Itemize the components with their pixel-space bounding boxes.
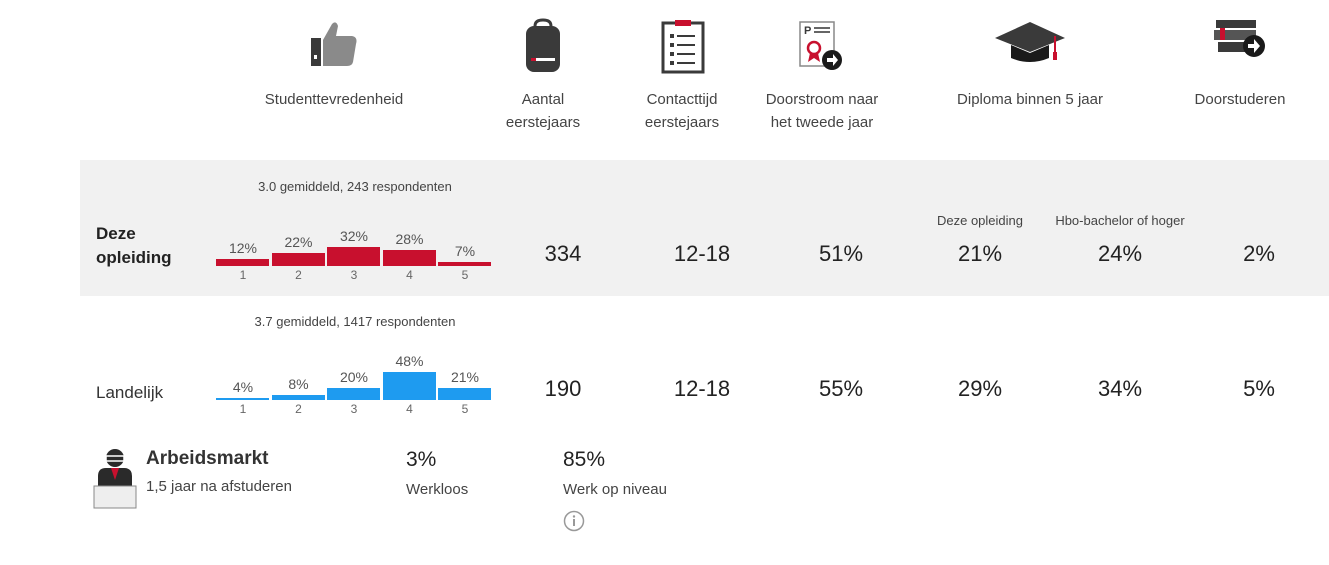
deze-bar-3 — [327, 247, 380, 266]
deze-bar-label-5: 7% — [454, 243, 476, 259]
header-first-years: Aantal eerstejaars — [505, 91, 581, 131]
deze-bar-1 — [216, 259, 269, 266]
header-doorstroom: Doorstroom naar het tweede jaar — [765, 91, 879, 131]
diploma-sub-hbo: Hbo-bachelor of hoger — [1055, 213, 1185, 228]
deze-scale-5: 5 — [461, 268, 469, 282]
deze-diploma-deze: 21% — [957, 241, 1003, 266]
landelijk-scale-4: 4 — [406, 402, 413, 416]
deze-bar-label-2: 22% — [284, 234, 313, 250]
deze-scale-1: 1 — [239, 268, 247, 282]
deze-bar-label-1: 12% — [228, 240, 258, 256]
deze-doorstuderen: 2% — [1243, 241, 1275, 266]
header-satisfaction: Studenttevredenheid — [264, 91, 404, 108]
deze-diploma-hbo: 24% — [1097, 241, 1143, 266]
deze-contacttijd: 12-18 — [673, 241, 731, 266]
landelijk-bar-4 — [382, 372, 436, 400]
deze-bar-label-4: 28% — [395, 231, 424, 247]
landelijk-scale-5: 5 — [461, 402, 469, 416]
graduation-cap-icon — [995, 22, 1065, 62]
arbeidsmarkt-subtitle: 1,5 jaar na afstuderen — [146, 478, 292, 495]
backpack-icon — [526, 18, 560, 72]
deze-bar-5 — [438, 262, 491, 266]
landelijk-contacttijd: 12-18 — [673, 376, 731, 401]
landelijk-diploma-deze: 29% — [957, 376, 1003, 401]
landelijk-label: Landelijk — [96, 383, 164, 402]
niveau-value: 85% — [563, 448, 606, 471]
niveau-label: Werk op niveau — [563, 481, 667, 498]
landelijk-scale-1: 1 — [239, 402, 247, 416]
deze-doorstroom: 51% — [818, 241, 864, 266]
landelijk-eerstejaars: 190 — [544, 376, 582, 401]
landelijk-bar-2 — [271, 395, 325, 400]
info-icon[interactable] — [563, 510, 585, 532]
landelijk-bar-label-3: 20% — [339, 369, 369, 385]
landelijk-scale-2: 2 — [295, 402, 302, 416]
thumbs-up-icon — [311, 22, 357, 66]
header-doorstuderen: Doorstuderen — [1194, 91, 1286, 108]
deze-scale-4: 4 — [406, 268, 413, 282]
deze-scale-2: 2 — [295, 268, 302, 282]
landelijk-distribution-chart: 4% 1 8% 2 20% 3 48% 4 21% 5 — [214, 353, 494, 418]
landelijk-bar-1 — [216, 398, 269, 400]
deze-eerstejaars: 334 — [544, 241, 582, 266]
certificate-icon: P — [799, 21, 842, 70]
deze-scale-3: 3 — [350, 268, 358, 282]
diploma-sub-deze: Deze opleiding — [936, 213, 1023, 228]
landelijk-scale-3: 3 — [350, 402, 358, 416]
landelijk-doorstuderen: 5% — [1243, 376, 1275, 401]
deze-bar-2 — [271, 253, 325, 266]
werkloos-label: Werkloos — [406, 481, 469, 498]
arbeidsmarkt-title: Arbeidsmarkt — [146, 448, 269, 469]
werkloos-value: 3% — [406, 448, 437, 471]
deze-summary: 3.0 gemiddeld, 243 respondenten — [258, 179, 452, 194]
landelijk-bar-label-4: 48% — [395, 353, 424, 369]
landelijk-bar-label-1: 4% — [232, 379, 254, 395]
header-contact: Contacttijd eerstejaars — [644, 91, 720, 131]
clipboard-icon — [661, 20, 705, 74]
landelijk-bar-label-5: 21% — [450, 369, 480, 385]
books-icon — [1214, 20, 1265, 57]
landelijk-bar-3 — [327, 388, 380, 400]
landelijk-bar-label-2: 8% — [288, 376, 309, 392]
deze-bar-label-3: 32% — [339, 228, 369, 244]
svg-text:P: P — [804, 25, 811, 37]
deze-label: Deze opleiding — [96, 224, 172, 267]
landelijk-diploma-hbo: 34% — [1097, 376, 1143, 401]
landelijk-summary: 3.7 gemiddeld, 1417 respondenten — [254, 314, 456, 329]
deze-distribution-chart: 12% 1 22% 2 32% 3 28% 4 7% 5 — [214, 222, 494, 284]
landelijk-bar-5 — [438, 388, 491, 400]
teacher-icon — [93, 449, 137, 509]
deze-bar-4 — [382, 250, 436, 266]
landelijk-doorstroom: 55% — [818, 376, 864, 401]
header-diploma: Diploma binnen 5 jaar — [957, 91, 1103, 108]
